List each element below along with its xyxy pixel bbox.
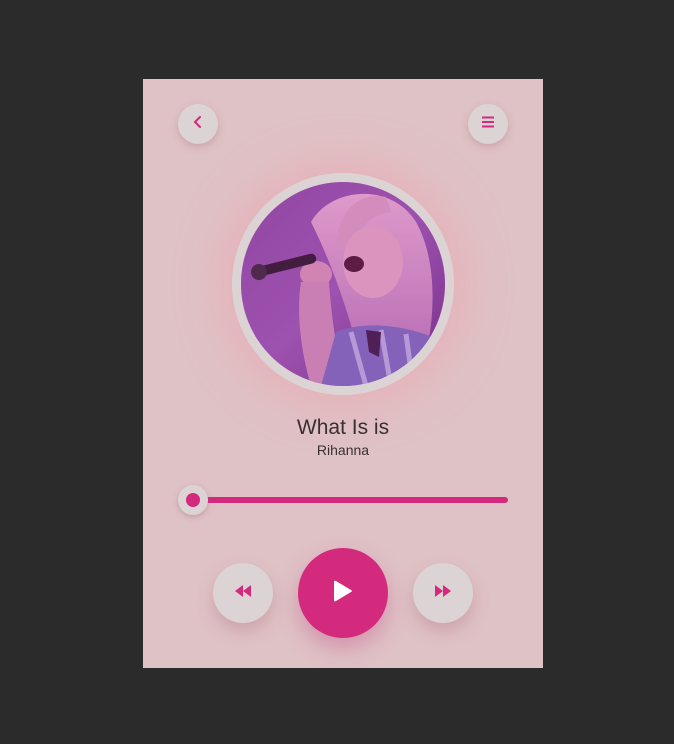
rewind-icon (234, 584, 252, 602)
progress-thumb-dot (186, 493, 200, 507)
play-button[interactable] (298, 548, 388, 638)
fast-forward-icon (434, 584, 452, 602)
fast-forward-button[interactable] (413, 563, 473, 623)
chevron-left-icon (192, 115, 204, 134)
progress-bar[interactable] (193, 497, 508, 503)
rewind-button[interactable] (213, 563, 273, 623)
hamburger-menu-icon (481, 115, 495, 133)
track-artist: Rihanna (316, 442, 370, 458)
album-art-frame (232, 173, 454, 395)
music-player-card: What Is is Rihanna (143, 79, 543, 668)
progress-thumb[interactable] (178, 485, 208, 515)
back-button[interactable] (178, 104, 218, 144)
track-title: What Is is (296, 416, 390, 439)
play-icon (332, 579, 354, 608)
album-art (241, 182, 445, 386)
menu-button[interactable] (468, 104, 508, 144)
